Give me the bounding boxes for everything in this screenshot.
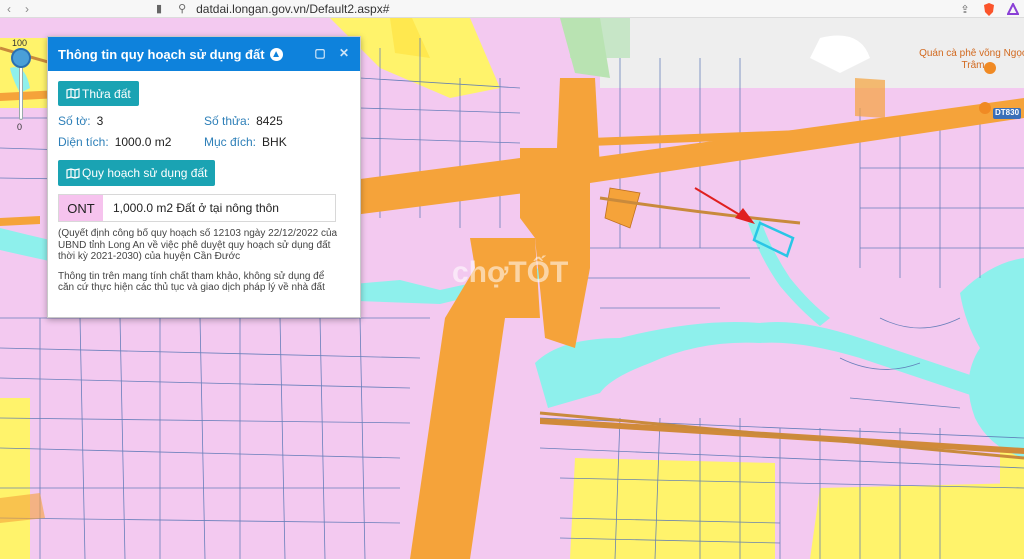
- watermark: chợTỐT: [452, 256, 569, 289]
- disclaimer-note: Thông tin trên mang tính chất tham khảo,…: [58, 270, 325, 294]
- collapse-chevron-icon[interactable]: ▲: [269, 47, 283, 61]
- rewards-triangle-icon[interactable]: [1006, 2, 1020, 16]
- parcel-button[interactable]: Thửa đất: [58, 81, 139, 106]
- bookmark-icon[interactable]: ▮: [156, 2, 162, 15]
- land-use-entry[interactable]: ONT 1,000.0 m2 Đất ở tại nông thôn: [58, 194, 336, 222]
- site-info-icon[interactable]: ⚲: [178, 2, 186, 15]
- browser-toolbar: ‹ › ▮ ⚲ datdai.longan.gov.vn/Default2.as…: [0, 0, 1024, 18]
- back-arrow-icon[interactable]: ‹: [0, 0, 18, 18]
- land-use-plan-button-label: Quy hoạch sử dụng đất: [82, 166, 208, 180]
- land-use-description: 1,000.0 m2 Đất ở tại nông thôn: [113, 201, 279, 215]
- brave-shield-icon[interactable]: [982, 2, 996, 16]
- panel-header: Thông tin quy hoạch sử dụng đất ▲ ▢ ✕: [48, 37, 360, 71]
- zoom-slider[interactable]: 100 0: [8, 38, 34, 132]
- forward-arrow-icon[interactable]: ›: [18, 0, 36, 18]
- maximize-icon[interactable]: ▢: [314, 47, 326, 59]
- poi-label[interactable]: Quán cà phê võng Ngọc Trâm: [918, 48, 1024, 72]
- road-shield-label: DT830: [995, 108, 1020, 117]
- area-value: 1000.0 m2: [114, 134, 172, 149]
- map-icon: [66, 167, 80, 179]
- parcel-number-value: 8425: [256, 113, 283, 128]
- parcel-button-label: Thửa đất: [82, 86, 131, 101]
- zoom-knob[interactable]: [11, 48, 31, 68]
- zoom-max-label: 100: [12, 38, 28, 48]
- zoom-min-label: 0: [17, 122, 23, 132]
- url-text[interactable]: datdai.longan.gov.vn/Default2.aspx#: [196, 2, 389, 16]
- purpose-label: Mục đích:: [204, 134, 257, 149]
- map-icon: [66, 88, 80, 99]
- address-bar[interactable]: ▮ ⚲ datdai.longan.gov.vn/Default2.aspx#: [156, 0, 389, 18]
- close-icon[interactable]: ✕: [338, 47, 350, 59]
- land-use-plan-button[interactable]: Quy hoạch sử dụng đất: [58, 160, 216, 186]
- purpose-value: BHK: [262, 134, 287, 149]
- parcel-number-label: Số thửa:: [204, 113, 251, 128]
- panel-title: Thông tin quy hoạch sử dụng đất: [58, 46, 265, 62]
- sheet-number-label: Số tờ:: [58, 113, 91, 128]
- share-icon[interactable]: ⇪: [958, 2, 972, 16]
- decision-note: (Quyết định công bố quy hoạch số 12103 n…: [58, 228, 338, 262]
- land-info-panel: Thông tin quy hoạch sử dụng đất ▲ ▢ ✕ Th…: [47, 36, 361, 318]
- area-label: Diện tích:: [58, 134, 109, 149]
- land-use-code: ONT: [59, 195, 103, 221]
- sheet-number-value: 3: [96, 113, 104, 128]
